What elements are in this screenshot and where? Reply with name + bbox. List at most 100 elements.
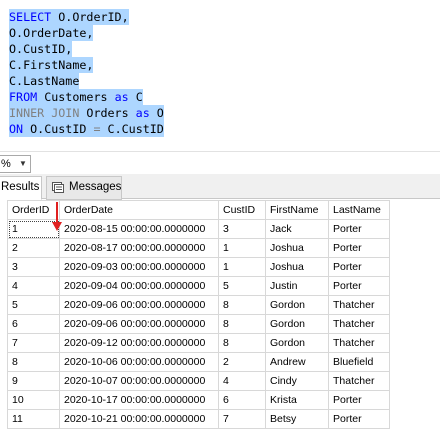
sql-token: Customers bbox=[44, 90, 115, 104]
sql-line: O.OrderDate, bbox=[9, 25, 94, 41]
table-row[interactable]: 10 2020-10-17 00:00:00.0000000 6 Krista Port… bbox=[7, 390, 390, 410]
table-cell[interactable]: 3 bbox=[7, 257, 60, 277]
table-cell[interactable]: Jack bbox=[265, 219, 329, 239]
table-cell[interactable]: 2020-09-03 00:00:00.0000000 bbox=[59, 257, 219, 277]
table-cell[interactable]: 7 bbox=[218, 409, 266, 429]
zoom-bar: % ▼ bbox=[0, 151, 440, 174]
table-cell[interactable]: Thatcher bbox=[328, 314, 390, 334]
table-row[interactable]: 9 2020-10-07 00:00:00.0000000 4 Cindy Thatch… bbox=[7, 371, 390, 391]
table-cell[interactable]: 9 bbox=[7, 371, 60, 391]
table-cell[interactable]: 8 bbox=[218, 295, 266, 315]
table-cell[interactable]: Gordon bbox=[265, 314, 329, 334]
results-tabs: Results Messages bbox=[0, 174, 440, 200]
table-row[interactable]: 4 2020-09-04 00:00:00.0000000 5 Justin Porte… bbox=[7, 276, 390, 296]
table-cell[interactable]: Thatcher bbox=[328, 295, 390, 315]
table-cell[interactable]: Thatcher bbox=[328, 371, 390, 391]
table-cell[interactable]: 11 bbox=[7, 409, 60, 429]
table-row[interactable]: 1 2020-08-15 00:00:00.0000000 3 Jack Porter bbox=[7, 219, 390, 239]
table-cell[interactable]: Justin bbox=[265, 276, 329, 296]
results-grid[interactable]: OrderID OrderDate CustID FirstName LastN… bbox=[7, 200, 390, 429]
sql-token: C.LastName bbox=[9, 74, 80, 88]
column-header-custid[interactable]: CustID bbox=[218, 200, 266, 220]
table-row[interactable]: 7 2020-09-12 00:00:00.0000000 8 Gordon Thatc… bbox=[7, 333, 390, 353]
sql-token: O.OrderID, bbox=[58, 10, 129, 24]
tab-messages[interactable]: Messages bbox=[46, 176, 122, 200]
table-cell[interactable]: Bluefield bbox=[328, 352, 390, 372]
sql-token: = bbox=[93, 122, 108, 136]
table-cell[interactable]: Betsy bbox=[265, 409, 329, 429]
table-cell[interactable]: 6 bbox=[7, 314, 60, 334]
table-cell[interactable]: 7 bbox=[7, 333, 60, 353]
table-row[interactable]: 5 2020-09-06 00:00:00.0000000 8 Gordon Thatc… bbox=[7, 295, 390, 315]
sql-line: SELECT O.OrderID, bbox=[9, 9, 129, 25]
table-cell[interactable]: Porter bbox=[328, 257, 390, 277]
table-cell[interactable]: 5 bbox=[7, 295, 60, 315]
header-row: OrderID OrderDate CustID FirstName LastN… bbox=[7, 200, 390, 220]
table-cell[interactable]: 2020-10-21 00:00:00.0000000 bbox=[59, 409, 219, 429]
table-cell[interactable]: 2020-10-17 00:00:00.0000000 bbox=[59, 390, 219, 410]
tab-messages-label: Messages bbox=[69, 181, 122, 193]
table-cell[interactable]: 2020-08-17 00:00:00.0000000 bbox=[59, 238, 219, 258]
table-cell[interactable]: 2 bbox=[218, 352, 266, 372]
table-cell[interactable]: 2020-09-06 00:00:00.0000000 bbox=[59, 295, 219, 315]
table-cell[interactable]: 6 bbox=[218, 390, 266, 410]
sql-token: Orders bbox=[86, 106, 136, 120]
column-header-firstname[interactable]: FirstName bbox=[265, 200, 329, 220]
table-cell[interactable]: 5 bbox=[218, 276, 266, 296]
table-cell[interactable]: Thatcher bbox=[328, 333, 390, 353]
table-cell[interactable]: Gordon bbox=[265, 295, 329, 315]
table-row[interactable]: 3 2020-09-03 00:00:00.0000000 1 Joshua Porte… bbox=[7, 257, 390, 277]
sql-token: O.OrderDate, bbox=[9, 26, 94, 40]
messages-icon bbox=[52, 182, 64, 193]
table-cell[interactable]: Krista bbox=[265, 390, 329, 410]
table-row[interactable]: 6 2020-09-06 00:00:00.0000000 8 Gordon Thatc… bbox=[7, 314, 390, 334]
column-header-orderdate[interactable]: OrderDate bbox=[59, 200, 219, 220]
table-cell[interactable]: 2020-10-07 00:00:00.0000000 bbox=[59, 371, 219, 391]
zoom-value: % bbox=[1, 158, 11, 170]
table-cell[interactable]: 4 bbox=[218, 371, 266, 391]
table-row[interactable]: 8 2020-10-06 00:00:00.0000000 2 Andrew Bluef… bbox=[7, 352, 390, 372]
tab-results[interactable]: Results bbox=[0, 176, 42, 200]
sql-token: O bbox=[156, 106, 164, 120]
table-cell[interactable]: 3 bbox=[218, 219, 266, 239]
table-cell[interactable]: 2020-09-06 00:00:00.0000000 bbox=[59, 314, 219, 334]
sql-token: ON bbox=[9, 122, 31, 136]
chevron-down-icon[interactable]: ▼ bbox=[19, 156, 27, 172]
table-row[interactable]: 2 2020-08-17 00:00:00.0000000 1 Joshua Porte… bbox=[7, 238, 390, 258]
table-cell[interactable]: Joshua bbox=[265, 238, 329, 258]
sql-token: FROM bbox=[9, 90, 45, 104]
table-cell[interactable]: 2020-09-12 00:00:00.0000000 bbox=[59, 333, 219, 353]
table-cell[interactable]: Porter bbox=[328, 409, 390, 429]
sql-token: O.CustID, bbox=[9, 42, 73, 56]
sql-token: INNER JOIN bbox=[9, 106, 87, 120]
table-cell[interactable]: Porter bbox=[328, 276, 390, 296]
sql-line: FROM Customers as C bbox=[9, 89, 143, 105]
table-cell[interactable]: 4 bbox=[7, 276, 60, 296]
sql-editor[interactable]: SELECT O.OrderID, O.OrderDate, O.CustID, C.… bbox=[0, 0, 440, 150]
sql-token: C.CustID bbox=[107, 122, 164, 136]
table-cell[interactable]: Joshua bbox=[265, 257, 329, 277]
zoom-dropdown[interactable]: % ▼ bbox=[0, 155, 31, 173]
table-cell[interactable]: 2020-10-06 00:00:00.0000000 bbox=[59, 352, 219, 372]
table-cell[interactable]: Gordon bbox=[265, 333, 329, 353]
table-cell[interactable]: Porter bbox=[328, 390, 390, 410]
sql-token: as bbox=[114, 90, 136, 104]
table-cell[interactable]: 8 bbox=[218, 314, 266, 334]
table-cell[interactable]: Porter bbox=[328, 238, 390, 258]
table-cell[interactable]: 2 bbox=[7, 238, 60, 258]
sql-token: C.FirstName, bbox=[9, 58, 94, 72]
table-cell[interactable]: 1 bbox=[218, 238, 266, 258]
table-cell[interactable]: 2020-09-04 00:00:00.0000000 bbox=[59, 276, 219, 296]
table-cell[interactable]: Porter bbox=[328, 219, 390, 239]
table-cell[interactable]: 2020-08-15 00:00:00.0000000 bbox=[59, 219, 219, 239]
table-cell[interactable]: Andrew bbox=[265, 352, 329, 372]
table-cell[interactable]: 8 bbox=[218, 333, 266, 353]
sql-line: C.FirstName, bbox=[9, 57, 94, 73]
table-cell[interactable]: Cindy bbox=[265, 371, 329, 391]
table-row[interactable]: 11 2020-10-21 00:00:00.0000000 7 Betsy Porte… bbox=[7, 409, 390, 429]
table-cell[interactable]: 10 bbox=[7, 390, 60, 410]
sql-line: ON O.CustID = C.CustID bbox=[9, 121, 164, 137]
column-header-lastname[interactable]: LastName bbox=[328, 200, 390, 220]
table-cell[interactable]: 8 bbox=[7, 352, 60, 372]
table-cell[interactable]: 1 bbox=[218, 257, 266, 277]
